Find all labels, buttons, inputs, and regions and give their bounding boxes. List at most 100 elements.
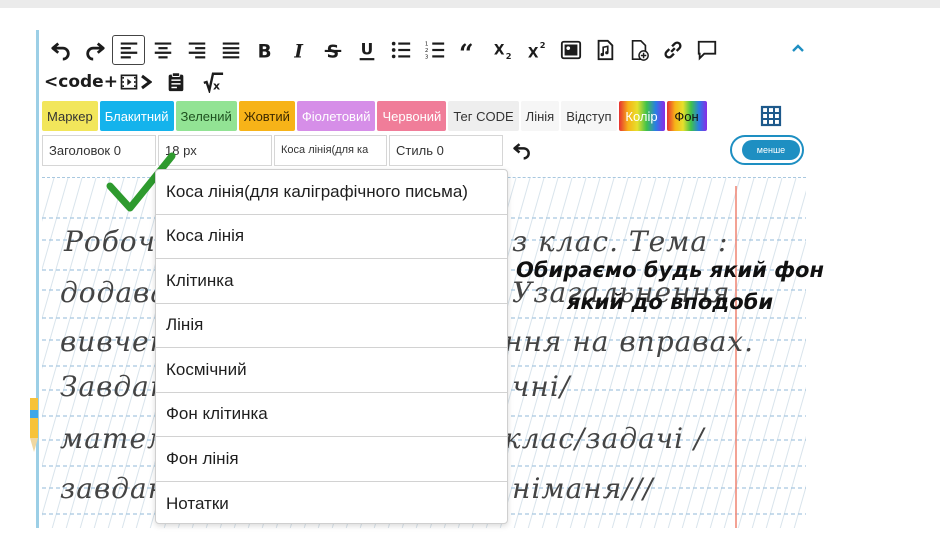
superscript-button[interactable]: X2: [520, 35, 553, 65]
image-button[interactable]: [554, 35, 587, 65]
undo-icon: [50, 42, 70, 61]
bullet-list-icon: [391, 41, 410, 59]
chevron-up-icon[interactable]: [790, 42, 806, 54]
align-justify-button[interactable]: [214, 35, 247, 65]
dropdown-option[interactable]: Нотатки: [156, 482, 507, 527]
align-right-icon: [188, 42, 205, 59]
strikethrough-button[interactable]: S: [316, 35, 349, 65]
color-button[interactable]: Лінія: [520, 101, 560, 131]
handwriting-line-4b: чні/: [512, 370, 571, 403]
align-left-button[interactable]: [112, 35, 145, 65]
insert-code-button[interactable]: <code+: [44, 68, 156, 96]
align-center-button[interactable]: [146, 35, 179, 65]
svg-text:1: 1: [424, 41, 428, 47]
underline-button[interactable]: U: [350, 35, 383, 65]
handwriting-line-3b: ння на вправах.: [504, 325, 754, 358]
highlight-toolbar: Маркер Блакитний Зелений Жовтий Фіолетовий Че…: [42, 101, 707, 131]
dropdown-option[interactable]: Клітинка: [156, 259, 507, 304]
underline-icon: U: [359, 41, 374, 61]
style-select[interactable]: Стиль 0: [389, 134, 503, 166]
square-root-icon: x: [203, 72, 224, 93]
numbered-list-icon: 123: [424, 41, 444, 60]
link-icon: [663, 41, 682, 59]
pencil-decoration-icon: [30, 398, 38, 452]
svg-text:3: 3: [424, 54, 428, 60]
top-strip: [0, 0, 940, 8]
toggle-label: менше: [742, 140, 800, 160]
dropdown-option[interactable]: Коса лінія: [156, 215, 507, 259]
italic-button[interactable]: I: [282, 35, 315, 65]
bold-button[interactable]: B: [248, 35, 281, 65]
color-button[interactable]: Зелений: [175, 101, 237, 131]
add-file-icon: [631, 40, 649, 61]
svg-text:B: B: [257, 41, 271, 61]
color-button[interactable]: Фон: [666, 101, 707, 131]
color-button[interactable]: Маркер: [42, 101, 98, 131]
color-button[interactable]: Жовтий: [238, 101, 295, 131]
table-button[interactable]: [756, 101, 786, 131]
formula-button[interactable]: x: [197, 67, 230, 97]
overlay-caption: Обираємо будь який фон який до вподоби: [505, 254, 835, 318]
svg-text:2: 2: [505, 51, 511, 61]
insert-toolbar: <code+ x: [44, 67, 230, 97]
svg-text:I: I: [293, 41, 304, 61]
align-center-icon: [154, 42, 171, 59]
dropdown-option[interactable]: Коса лінія(для каліграфічного письма): [156, 170, 507, 215]
background-line-select[interactable]: Коса лінія(для ка: [274, 134, 387, 166]
comment-button[interactable]: [690, 35, 723, 65]
bold-icon: B: [257, 41, 271, 61]
size-toggle[interactable]: менше: [730, 135, 804, 165]
redo-icon: [85, 42, 105, 61]
dropdown-option[interactable]: Фон клітинка: [156, 393, 507, 437]
formatting-toolbar: B I S U 123 “ X2 X2: [44, 35, 723, 65]
quote-button[interactable]: “: [452, 35, 485, 65]
image-icon: [560, 40, 581, 60]
overlay-caption-line-2: який до вподоби: [566, 290, 774, 314]
film-icon: [120, 74, 138, 90]
audio-file-button[interactable]: [588, 35, 621, 65]
svg-text:X: X: [527, 45, 538, 61]
color-button[interactable]: Колір: [618, 101, 665, 131]
svg-text:U: U: [360, 41, 373, 59]
dropdown-option[interactable]: Лінія: [156, 304, 507, 348]
background-line-dropdown: Коса лінія(для каліграфічного письма) Кос…: [155, 169, 508, 524]
svg-text:X: X: [493, 43, 504, 59]
color-button[interactable]: Червоний: [377, 101, 447, 131]
redo-button[interactable]: [78, 35, 111, 65]
handwriting-line-5b: клас/задачі /: [504, 422, 705, 455]
bullet-list-button[interactable]: [384, 35, 417, 65]
add-file-button[interactable]: [622, 35, 655, 65]
clipboard-icon: [169, 72, 184, 92]
quote-icon: “: [458, 39, 473, 61]
angle-bracket-icon: [141, 74, 152, 90]
dropdown-option[interactable]: Космічний: [156, 348, 507, 393]
svg-text:2: 2: [424, 48, 428, 54]
handwriting-line-4a: Завдан: [60, 370, 170, 403]
italic-icon: I: [293, 41, 304, 61]
reset-button[interactable]: [507, 135, 537, 166]
svg-text:“: “: [458, 39, 473, 61]
comment-icon: [697, 40, 716, 61]
audio-file-icon: [597, 39, 613, 61]
table-grid-icon: [760, 105, 782, 127]
svg-text:2: 2: [539, 40, 545, 50]
subscript-button[interactable]: X2: [486, 35, 519, 65]
color-button[interactable]: Блакитний: [99, 101, 174, 131]
clipboard-button[interactable]: [160, 67, 193, 97]
link-button[interactable]: [656, 35, 689, 65]
color-button[interactable]: Фіолетовий: [296, 101, 376, 131]
svg-text:x: x: [213, 79, 220, 92]
strikethrough-icon: S: [324, 42, 341, 61]
code-button-label: <code+: [44, 72, 118, 92]
align-right-button[interactable]: [180, 35, 213, 65]
superscript-icon: X2: [527, 40, 545, 61]
align-justify-icon: [222, 42, 239, 59]
dropdown-option[interactable]: Фон лінія: [156, 437, 507, 482]
subscript-icon: X2: [493, 43, 511, 61]
numbered-list-button[interactable]: 123: [418, 35, 451, 65]
undo-icon: [513, 143, 530, 160]
color-button[interactable]: Відступ: [561, 101, 617, 131]
color-button[interactable]: Тег CODE: [448, 101, 519, 131]
undo-button[interactable]: [44, 35, 77, 65]
align-left-icon: [120, 42, 137, 59]
